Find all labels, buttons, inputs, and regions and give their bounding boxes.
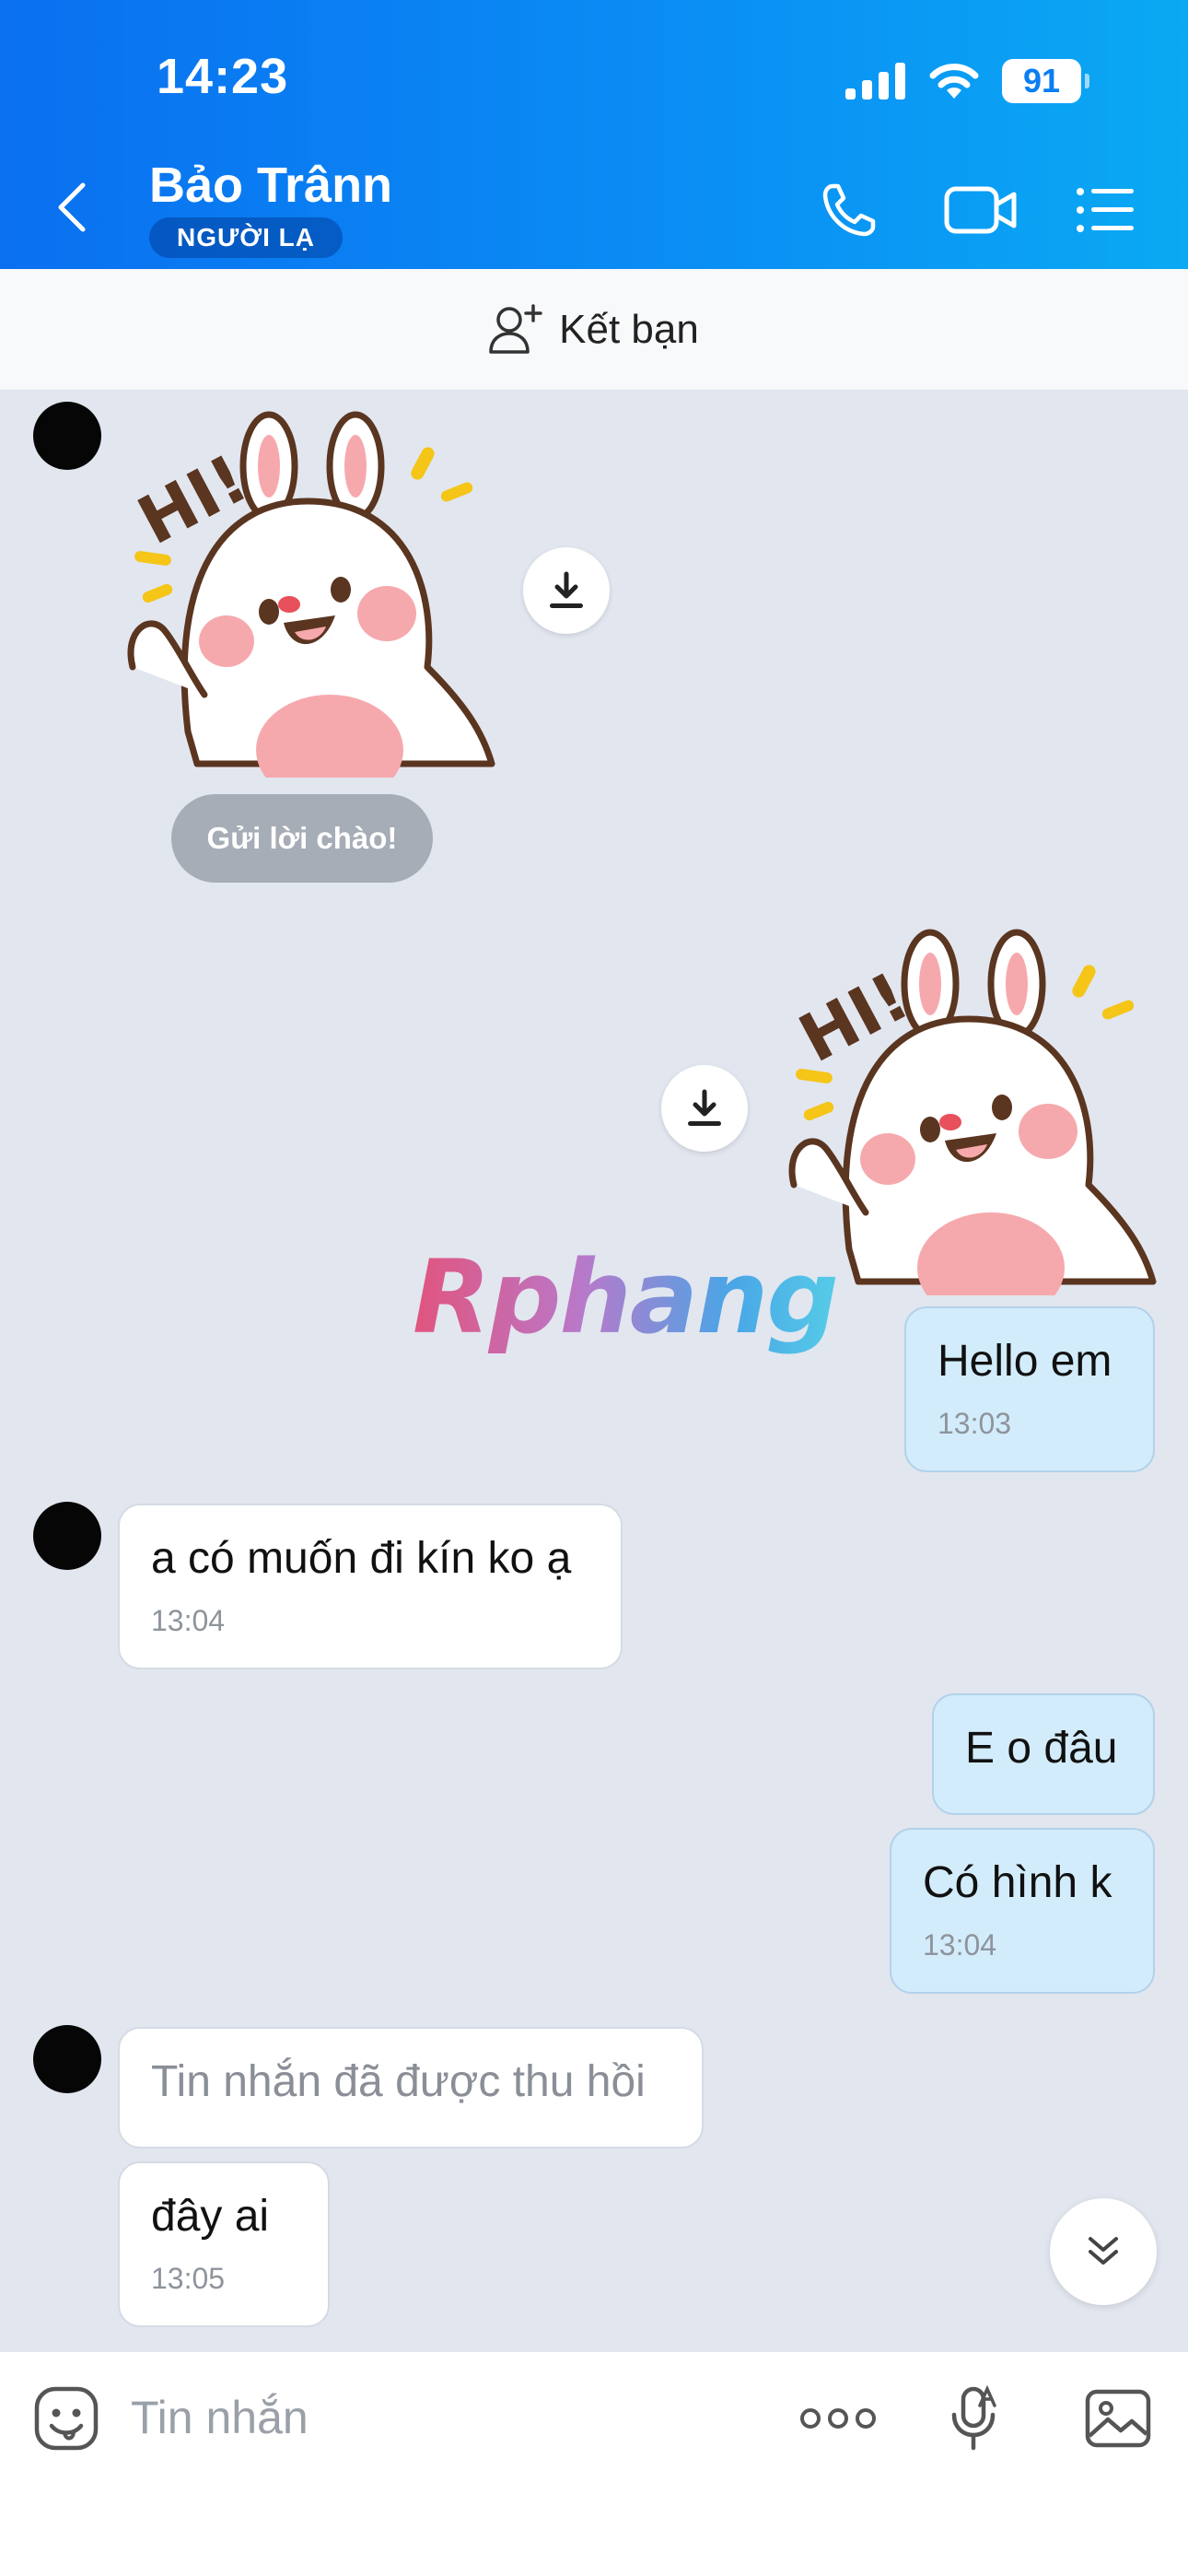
message-time: 13:04: [151, 1604, 226, 1637]
bunny-hi-sticker-image: HI!: [787, 929, 1157, 1323]
outgoing-message[interactable]: Có hình k 13:04: [890, 1828, 1155, 1994]
download-icon: [688, 1089, 721, 1126]
battery-indicator: 91: [1002, 59, 1089, 103]
photo-gallery-button[interactable]: [1079, 2380, 1157, 2457]
greeting-sticker[interactable]: HI!: [114, 391, 501, 805]
add-friend-button[interactable]: Kết bạn: [0, 269, 1188, 391]
message-text: Tin nhắn đã được thu hồi: [151, 2057, 646, 2106]
microphone-icon: [951, 2385, 996, 2451]
message-input[interactable]: Tin nhắn: [131, 2391, 309, 2444]
stranger-badge: NGƯỜI LẠ: [149, 217, 343, 258]
contact-avatar[interactable]: [33, 402, 101, 470]
video-camera-icon: [944, 186, 1017, 234]
cellular-signal-icon: [845, 63, 905, 100]
add-friend-icon: [489, 303, 542, 354]
more-options-button[interactable]: [799, 2380, 877, 2457]
status-icons: 91: [845, 55, 1089, 107]
contact-avatar[interactable]: [33, 1502, 101, 1570]
message-time: 13:03: [938, 1407, 1012, 1440]
double-chevron-down-icon: [1089, 2237, 1118, 2265]
voice-to-text-button[interactable]: [936, 2380, 1013, 2457]
incoming-message[interactable]: a có muốn đi kín ko ạ 13:04: [118, 1504, 623, 1669]
sent-greeting-sticker[interactable]: HI!: [775, 908, 1162, 1323]
download-icon: [550, 571, 583, 608]
scroll-to-bottom-button[interactable]: [1050, 2198, 1157, 2305]
contact-avatar[interactable]: [33, 2025, 101, 2093]
watermark-logo: Rphang: [413, 1238, 839, 1356]
outgoing-message[interactable]: Hello em 13:03: [904, 1306, 1155, 1472]
message-composer: Tin nhắn: [0, 2351, 1188, 2576]
back-button[interactable]: [55, 175, 101, 240]
message-text: Hello em: [938, 1337, 1112, 1386]
chat-header: 14:23 91 Bảo Trânn NGƯỜI LẠ: [0, 0, 1188, 269]
wifi-icon: [929, 64, 979, 99]
list-menu-icon: [1077, 188, 1134, 232]
more-dots-icon: [800, 2408, 876, 2429]
message-text: a có muốn đi kín ko ạ: [151, 1534, 572, 1583]
outgoing-message[interactable]: E o đâu: [932, 1693, 1155, 1815]
incoming-message[interactable]: đây ai 13:05: [118, 2161, 330, 2327]
status-time: 14:23: [157, 49, 289, 104]
recalled-message[interactable]: Tin nhắn đã được thu hồi: [118, 2027, 704, 2149]
add-friend-label: Kết bạn: [559, 306, 699, 352]
message-time: 13:04: [923, 1928, 997, 1961]
chevron-left-icon: [58, 182, 86, 232]
sticker-smile-icon: [34, 2386, 99, 2451]
conversation-options-button[interactable]: [1070, 175, 1140, 245]
message-text: E o đâu: [965, 1724, 1118, 1773]
download-sticker-button[interactable]: [661, 1065, 748, 1152]
image-icon: [1085, 2389, 1151, 2448]
video-call-button[interactable]: [939, 175, 1022, 245]
emoji-button[interactable]: [28, 2380, 105, 2457]
voice-call-button[interactable]: [814, 175, 884, 245]
message-list[interactable]: HI! Gửi lời chào! HI! Rphang Hello em 13…: [0, 391, 1188, 2351]
message-text: đây ai: [151, 2192, 270, 2241]
message-time: 13:05: [151, 2262, 226, 2295]
download-sticker-button[interactable]: [523, 547, 610, 634]
message-text: Có hình k: [923, 1858, 1112, 1907]
phone-icon: [822, 183, 876, 237]
contact-name[interactable]: Bảo Trânn: [149, 157, 392, 214]
bunny-hi-sticker-image: HI!: [126, 411, 495, 805]
send-greeting-button[interactable]: Gửi lời chào!: [171, 794, 433, 883]
